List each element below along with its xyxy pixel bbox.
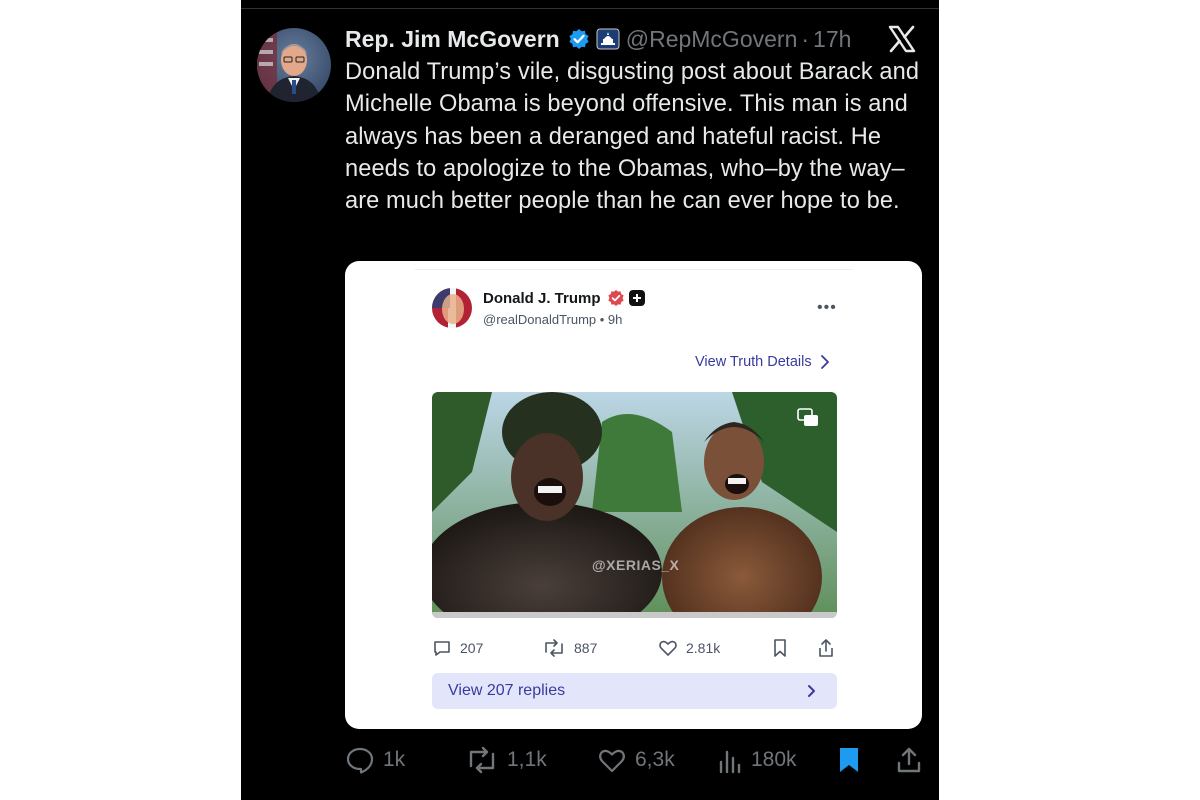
image-watermark: @XERIAS_X (592, 557, 680, 573)
capitol-icon[interactable] (596, 28, 620, 50)
reply-button[interactable]: 1k (345, 746, 405, 774)
view-truth-details-link[interactable]: View Truth Details (695, 354, 830, 370)
tweet-header: Rep. Jim McGovern @RepMcGovern · 17h (345, 22, 905, 56)
reply-icon (346, 747, 374, 774)
heart-icon (659, 640, 677, 656)
embedded-retruth-count: 887 (574, 640, 598, 656)
bookmark-outline-icon (774, 639, 786, 657)
plus-icon (628, 290, 645, 306)
repost-button[interactable]: 1,1k (465, 746, 547, 774)
reply-count: 1k (383, 748, 406, 771)
embedded-like-button[interactable]: 2.81k (658, 638, 720, 658)
share-icon (819, 639, 833, 657)
retruth-icon (545, 639, 563, 657)
verified-badge-icon (607, 289, 625, 307)
view-count: 180k (751, 748, 797, 771)
divider (241, 8, 939, 9)
chevron-right-icon (820, 355, 829, 369)
like-button[interactable]: 6,3k (597, 746, 675, 774)
embedded-reply-button[interactable]: 207 (432, 638, 483, 658)
view-replies-button[interactable]: View 207 replies (432, 673, 837, 709)
embedded-author: Donald J. Trump (483, 289, 645, 307)
bookmark-icon (840, 748, 858, 772)
view-replies-label: View 207 replies (448, 682, 566, 699)
embedded-avatar[interactable] (432, 288, 472, 328)
repost-icon (469, 746, 495, 774)
tweet-screen: Rep. Jim McGovern @RepMcGovern · 17h Don… (241, 0, 939, 800)
view-truth-details-label: View Truth Details (695, 354, 812, 370)
timestamp[interactable]: 17h (813, 26, 851, 53)
views-icon (719, 750, 741, 774)
embedded-actions: 207 887 2.81k (432, 636, 837, 660)
like-icon (599, 749, 625, 773)
author-name[interactable]: Rep. Jim McGovern (345, 26, 560, 53)
repost-count: 1,1k (507, 748, 547, 771)
tweet-actions: 1k 1,1k 6,3k 180k (345, 742, 925, 778)
x-logo-icon[interactable] (887, 24, 917, 54)
like-count: 6,3k (635, 748, 675, 771)
more-options-icon[interactable]: ••• (817, 299, 837, 317)
author-handle[interactable]: @RepMcGovern (626, 26, 798, 53)
views-button[interactable]: 180k (717, 746, 797, 774)
comment-icon (434, 641, 450, 656)
verified-icon (568, 28, 590, 50)
embedded-media-image[interactable]: @XERIAS_X (432, 392, 837, 618)
embedded-retruth-button[interactable]: 887 (542, 638, 597, 658)
embedded-like-count: 2.81k (686, 640, 721, 656)
embedded-reply-count: 207 (460, 640, 484, 656)
embedded-author-name[interactable]: Donald J. Trump (483, 290, 601, 307)
media-expand-icon[interactable] (797, 408, 819, 428)
separator: · (801, 25, 810, 52)
share-icon (897, 747, 921, 773)
avatar[interactable] (257, 28, 331, 102)
embedded-post-card[interactable]: Donald J. Trump @realDonaldTrump • 9h ••… (345, 261, 922, 729)
embedded-handle-time: @realDonaldTrump • 9h (483, 312, 623, 327)
embedded-share-button[interactable] (816, 637, 836, 659)
embedded-bookmark-button[interactable] (772, 638, 788, 658)
share-button[interactable] (895, 746, 923, 774)
chevron-right-icon (808, 685, 815, 697)
tweet-text: Donald Trump’s vile, disgusting post abo… (345, 59, 920, 215)
bookmark-button[interactable] (837, 746, 861, 774)
